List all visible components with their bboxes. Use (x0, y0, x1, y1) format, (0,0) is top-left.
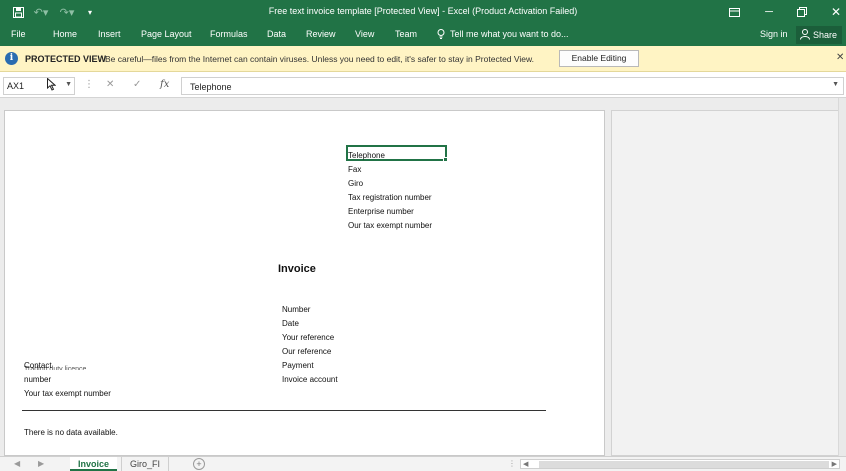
sheet-tab-invoice[interactable]: Invoice (70, 457, 118, 471)
cell-enterprise-number[interactable]: Enterprise number (348, 207, 414, 216)
close-bar-icon[interactable]: ✕ (836, 52, 844, 63)
worksheet-area[interactable]: Telephone Fax Giro Tax registration numb… (0, 98, 846, 456)
info-icon: i (5, 52, 18, 65)
page-2[interactable] (611, 110, 840, 456)
more-options-icon: ⋮ (84, 79, 94, 90)
invoice-title[interactable]: Invoice (278, 263, 316, 275)
cell-contact[interactable]: Contact (24, 361, 52, 370)
formula-content: Telephone (190, 82, 232, 92)
scroll-thumb[interactable] (539, 461, 829, 468)
protected-view-bar: i PROTECTED VIEW Be careful—files from t… (0, 46, 846, 72)
mouse-cursor-icon (47, 77, 57, 94)
name-box[interactable]: AX1 ▼ (3, 77, 75, 95)
cell-tax-registration[interactable]: Tax registration number (348, 193, 432, 202)
sheet-tab-giro[interactable]: Giro_FI (121, 457, 170, 471)
tab-view[interactable]: View (355, 29, 374, 39)
tab-formulas[interactable]: Formulas (210, 29, 248, 39)
cell-number[interactable]: Number (282, 305, 310, 314)
title-bar: ↶▾ ↷▾ ▾ Free text invoice template [Prot… (0, 0, 846, 24)
chevron-down-icon[interactable]: ▼ (832, 81, 839, 88)
name-box-value: AX1 (7, 81, 25, 91)
tell-me-search[interactable]: Tell me what you want to do... (450, 29, 569, 39)
chevron-down-icon[interactable]: ▼ (65, 81, 72, 88)
cell-our-tax-exempt[interactable]: Our tax exempt number (348, 221, 432, 230)
cancel-icon[interactable]: ✕ (106, 79, 114, 90)
window-title: Free text invoice template [Protected Vi… (268, 6, 578, 16)
enter-icon[interactable]: ✓ (133, 79, 141, 90)
ribbon-tabs: File Home Insert Page Layout Formulas Da… (0, 24, 846, 46)
cell-our-reference[interactable]: Our reference (282, 347, 331, 356)
scroll-right-arrow-icon[interactable]: ▶ (832, 460, 837, 468)
cell-invoice-account[interactable]: Invoice account (282, 375, 338, 384)
minimize-icon[interactable]: ─ (762, 3, 776, 21)
tab-page-layout[interactable]: Page Layout (141, 29, 192, 39)
cell-your-reference[interactable]: Your reference (282, 333, 334, 342)
page-1[interactable]: Telephone Fax Giro Tax registration numb… (4, 110, 605, 456)
protected-view-label: PROTECTED VIEW (25, 54, 107, 64)
horizontal-scrollbar[interactable]: ◀ ▶ (520, 459, 840, 469)
enable-editing-button[interactable]: Enable Editing (559, 50, 639, 67)
separator-line (22, 410, 546, 411)
vertical-scrollbar[interactable] (838, 98, 846, 456)
cell-telephone[interactable]: Telephone (348, 151, 385, 160)
more-icon: ⋮ (508, 459, 516, 468)
add-sheet-icon[interactable]: + (193, 458, 205, 470)
formula-bar: AX1 ▼ ⋮ ✕ ✓ fx Telephone ▼ (0, 74, 846, 98)
ribbon-display-icon[interactable] (727, 3, 741, 21)
scroll-left-icon[interactable]: ◀ (14, 459, 20, 468)
cell-your-tax-exempt[interactable]: Your tax exempt number (24, 389, 111, 398)
protected-view-message: Be careful—files from the Internet can c… (105, 54, 535, 64)
tab-home[interactable]: Home (53, 29, 77, 39)
cell-giro[interactable]: Giro (348, 179, 363, 188)
cell-date[interactable]: Date (282, 319, 299, 328)
cell-licence-number[interactable]: number (24, 375, 51, 384)
tab-review[interactable]: Review (306, 29, 336, 39)
share-button[interactable]: Share (796, 26, 842, 44)
scroll-left-arrow-icon[interactable]: ◀ (523, 460, 528, 468)
insert-function-icon[interactable]: fx (160, 79, 169, 90)
cell-no-data[interactable]: There is no data available. (24, 428, 118, 437)
scroll-right-icon[interactable]: ▶ (38, 459, 44, 468)
close-icon[interactable]: ✕ (829, 3, 843, 21)
restore-icon[interactable] (795, 3, 809, 21)
tab-insert[interactable]: Insert (98, 29, 121, 39)
lightbulb-icon (437, 29, 445, 41)
formula-input[interactable]: Telephone ▼ (181, 77, 844, 95)
sign-in-link[interactable]: Sign in (760, 29, 788, 39)
tab-file[interactable]: File (11, 29, 26, 39)
share-label: Share (813, 30, 838, 40)
cell-payment[interactable]: Payment (282, 361, 314, 370)
cell-fax[interactable]: Fax (348, 165, 361, 174)
tab-team[interactable]: Team (395, 29, 417, 39)
tab-data[interactable]: Data (267, 29, 286, 39)
person-icon (800, 28, 810, 42)
fill-handle[interactable] (443, 157, 448, 162)
sheet-tab-bar: ◀ ▶ Invoice Giro_FI + ⋮ ◀ ▶ (0, 456, 846, 471)
